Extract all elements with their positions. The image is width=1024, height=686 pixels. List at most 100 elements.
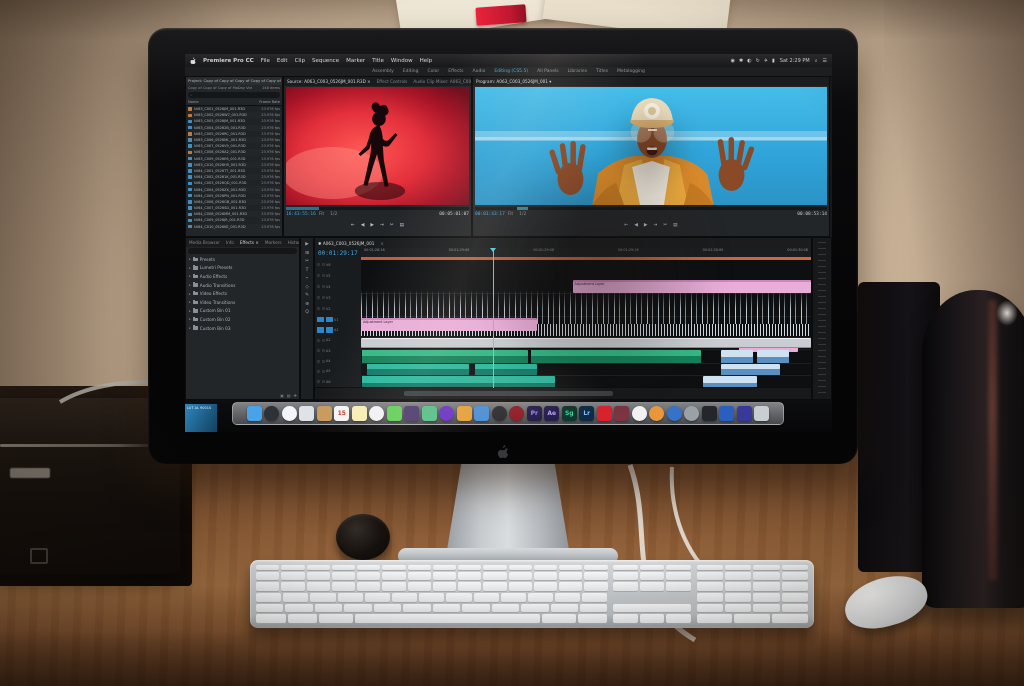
effects-search-input[interactable] [188, 248, 297, 254]
video-track-row[interactable]: V3 [315, 292, 361, 303]
effects-panel-tab[interactable]: Media Browser [189, 240, 220, 245]
video-track-row[interactable]: V5 [315, 270, 361, 281]
video-track-row[interactable]: V4 [315, 281, 361, 292]
transport-button[interactable]: ⇥ [653, 223, 657, 228]
twirl-caret-icon[interactable]: ▸ [189, 309, 191, 313]
workspace-tab[interactable]: Editing [403, 69, 419, 74]
dock-app-icon[interactable] [719, 406, 735, 421]
track-lock-icon[interactable] [321, 263, 325, 266]
track-mute-icon[interactable] [321, 369, 325, 373]
effects-panel-tab[interactable]: Effects × [240, 240, 259, 245]
effects-bin-row[interactable]: ▸ Custom Bin 01 [186, 307, 299, 316]
source-monitor-tab[interactable]: Effect Controls [377, 79, 408, 84]
playhead[interactable] [490, 248, 497, 388]
effects-panel-tab[interactable]: Markers [265, 240, 282, 245]
dock-app-icon[interactable] [631, 406, 647, 421]
audio-track-row[interactable]: A1 [315, 325, 361, 335]
dock-app-icon[interactable] [316, 406, 332, 421]
track-toggle-icon[interactable] [317, 369, 320, 373]
twirl-caret-icon[interactable]: ▸ [189, 317, 191, 321]
track-toggle-icon[interactable] [317, 327, 324, 333]
program-timecode-current[interactable]: 00:01:43:17 [475, 212, 505, 217]
effects-panel-tab[interactable]: History [288, 240, 299, 245]
timeline-clip[interactable]: Adjustment Layer [572, 280, 811, 293]
transport-button[interactable]: ⇥ [380, 223, 384, 228]
dock-app-icon[interactable] [666, 406, 682, 421]
transport-button[interactable]: ▶ [370, 223, 374, 228]
twirl-caret-icon[interactable]: ▸ [189, 274, 191, 278]
track-toggle-icon[interactable] [317, 380, 320, 384]
dock-app-icon[interactable] [246, 406, 262, 421]
source-monitor-tab[interactable]: Audio Clip Mixer: A063_C003_0526… [413, 79, 471, 84]
project-search-input[interactable]: ⌕ [188, 92, 280, 98]
video-track-row[interactable]: V6 [315, 259, 361, 270]
project-clip-row[interactable]: A064_C010_0526KE_001.R3D 23.976 fps [186, 224, 282, 230]
timeline-clip[interactable] [473, 364, 537, 375]
tool-button[interactable]: T [306, 268, 309, 273]
track-toggle-icon[interactable] [317, 359, 320, 363]
effects-bin-row[interactable]: ▸ Audio Effects [186, 272, 299, 281]
dock-app-icon[interactable] [404, 406, 420, 421]
dock-app-icon[interactable]: Pr [526, 406, 542, 421]
workspace-tab[interactable]: Libraries [568, 69, 587, 74]
dock-app-icon[interactable] [299, 406, 315, 421]
transport-button[interactable]: ✂ [663, 223, 667, 228]
tool-button[interactable]: ◇ [305, 285, 309, 290]
track-toggle-icon[interactable] [317, 338, 320, 342]
audio-track-row[interactable]: A5 [315, 366, 361, 376]
dock-app-icon[interactable] [439, 406, 455, 421]
effects-bin-row[interactable]: ▸ Custom Bin 03 [186, 324, 299, 333]
dock-app-icon[interactable] [386, 406, 402, 421]
audio-track-row[interactable]: A3 [315, 346, 361, 356]
notification-center-icon[interactable]: ☰ [823, 58, 827, 64]
program-fit-select[interactable]: Fit [508, 212, 513, 217]
track-toggle-icon[interactable] [317, 296, 320, 299]
transport-button[interactable]: ⇤ [624, 223, 628, 228]
workspace-tab[interactable]: Assembly [372, 69, 394, 74]
workspace-tab[interactable]: Effects [448, 69, 463, 74]
video-track-row[interactable]: V1 [315, 314, 361, 325]
timeline-timecode[interactable]: 00:01:29:17 [315, 248, 361, 259]
tool-button[interactable]: ⌁ [306, 276, 309, 281]
tool-button[interactable]: ⊕ [305, 302, 309, 307]
dock-app-icon[interactable] [736, 406, 752, 421]
menu-item[interactable]: Help [420, 58, 433, 64]
twirl-caret-icon[interactable]: ▸ [189, 292, 191, 296]
track-lock-icon[interactable] [321, 274, 325, 277]
twirl-caret-icon[interactable]: ▸ [189, 300, 191, 304]
audio-track-row[interactable]: A6 [315, 376, 361, 386]
timeline-clip[interactable] [361, 338, 811, 348]
transport-button[interactable]: ▶ [644, 223, 648, 228]
transport-button[interactable]: ◀ [361, 223, 365, 228]
video-track-row[interactable]: V2 [315, 303, 361, 314]
menu-item[interactable]: Title [372, 58, 384, 64]
dock-app-icon[interactable] [701, 406, 717, 421]
dock-app-icon[interactable] [614, 406, 630, 421]
dock-app-icon[interactable] [509, 406, 525, 421]
source-monitor-tab[interactable]: Source: A063_C003_0526JM_001.R3D × [287, 79, 371, 84]
status-icon[interactable]: ↻ [756, 58, 760, 64]
dock-app-icon[interactable] [369, 406, 385, 421]
dock-app-icon[interactable]: 15 [334, 406, 350, 421]
track-mute-icon[interactable] [321, 349, 325, 353]
track-toggle-icon[interactable] [317, 349, 320, 353]
effects-panel-tab[interactable]: Info [226, 240, 234, 245]
source-fit-select[interactable]: Fit [319, 212, 324, 217]
transport-button[interactable]: ✂ [390, 223, 394, 228]
track-toggle-icon[interactable] [317, 307, 320, 310]
track-mute-icon[interactable] [321, 338, 325, 342]
track-toggle-icon[interactable] [317, 274, 320, 277]
timeline-scrollbar[interactable] [315, 387, 811, 399]
effects-bin-row[interactable]: ▸ Presets [186, 255, 299, 264]
tool-button[interactable]: ✂ [305, 259, 309, 264]
twirl-caret-icon[interactable]: ▸ [189, 283, 191, 287]
tool-button[interactable]: ✎ [305, 293, 309, 298]
spotlight-icon[interactable]: ⌕ [815, 58, 818, 64]
status-icon[interactable]: ◐ [747, 58, 751, 64]
track-mute-icon[interactable] [321, 359, 325, 363]
program-monitor-tab[interactable]: Program: A063_C003_0526JM_001 ▾ [476, 79, 551, 84]
twirl-caret-icon[interactable]: ▸ [189, 257, 191, 261]
track-toggle-icon[interactable] [317, 316, 324, 323]
twirl-caret-icon[interactable]: ▸ [189, 326, 191, 330]
track-lock-icon[interactable] [321, 296, 325, 299]
